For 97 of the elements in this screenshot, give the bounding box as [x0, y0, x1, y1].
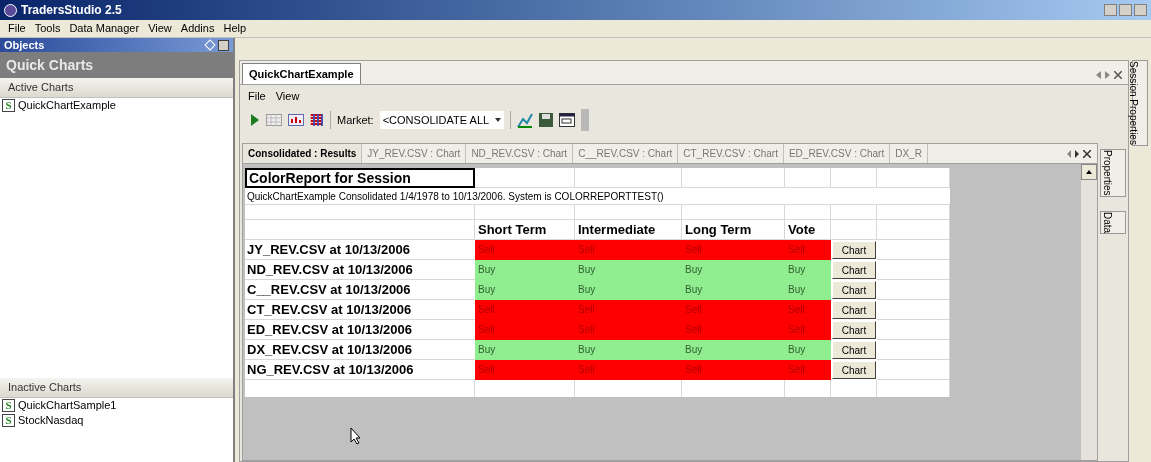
section-header: Active Charts [0, 78, 233, 98]
signal-cell: Sell [575, 320, 682, 340]
chart-list-item[interactable]: S QuickChartSample1 [0, 398, 233, 413]
signal-cell: Sell [785, 300, 831, 320]
menu-item[interactable]: File [248, 87, 266, 105]
signal-cell: Buy [575, 340, 682, 360]
signal-cell: Sell [475, 300, 575, 320]
grid-icon[interactable] [266, 114, 282, 126]
result-tab[interactable]: Consolidated : Results [243, 144, 363, 163]
scroll-up-icon[interactable] [1086, 170, 1092, 174]
play-icon[interactable] [250, 113, 260, 127]
menu-item[interactable]: View [148, 20, 172, 37]
signal-cell: Sell [785, 240, 831, 260]
close-icon[interactable] [1083, 149, 1091, 158]
close-button[interactable] [218, 39, 229, 51]
menu-item[interactable]: Addins [180, 20, 215, 37]
script-icon: S [2, 414, 15, 427]
chart-button[interactable]: Chart [832, 301, 876, 319]
mouse-pointer-icon [350, 427, 362, 445]
chart-button[interactable]: Chart [832, 341, 876, 359]
signal-cell: Sell [682, 240, 785, 260]
empty-cell [785, 168, 831, 188]
row-label: C__REV.CSV at 10/13/2006 [245, 280, 475, 300]
chart-button[interactable]: Chart [832, 361, 876, 379]
signal-cell: Buy [475, 280, 575, 300]
report-title: ColorReport for Session [245, 168, 475, 188]
result-tab[interactable]: CT_REV.CSV : Chart [678, 144, 784, 163]
signal-cell: Buy [682, 260, 785, 280]
scroll-left-icon[interactable] [1096, 71, 1101, 79]
signal-cell: Buy [575, 260, 682, 280]
result-tab[interactable]: C__REV.CSV : Chart [573, 144, 679, 163]
signal-cell: Sell [575, 300, 682, 320]
result-tab[interactable]: DX_R [890, 144, 928, 163]
row-label: ED_REV.CSV at 10/13/2006 [245, 320, 475, 340]
section-header: Inactive Charts [0, 378, 233, 398]
signal-cell: Buy [475, 260, 575, 280]
signal-cell: Buy [682, 340, 785, 360]
maximize-button[interactable] [1119, 4, 1132, 16]
chart-icon[interactable] [288, 114, 304, 126]
row-label: NG_REV.CSV at 10/13/2006 [245, 360, 475, 380]
signal-cell: Buy [785, 340, 831, 360]
scrollbar[interactable] [1081, 164, 1097, 460]
menu-item[interactable]: Tools [34, 20, 61, 37]
chart-edit-icon[interactable] [517, 112, 534, 128]
window-icon[interactable] [559, 113, 576, 127]
menu-item[interactable]: View [275, 87, 300, 105]
market-dropdown[interactable]: <CONSOLIDATE ALL [379, 111, 505, 129]
signal-cell: Sell [785, 360, 831, 380]
row-label: DX_REV.CSV at 10/13/2006 [245, 340, 475, 360]
row-label: ND_REV.CSV at 10/13/2006 [245, 260, 475, 280]
signal-cell: Sell [785, 320, 831, 340]
signal-cell: Sell [575, 240, 682, 260]
signal-cell: Buy [575, 280, 682, 300]
chart-list-item[interactable]: S StockNasdaq [0, 413, 233, 428]
close-icon[interactable] [1114, 71, 1122, 79]
menu-item[interactable]: Help [223, 20, 247, 37]
save-icon[interactable] [539, 113, 554, 127]
section-title: Quick Charts [6, 55, 94, 75]
menu-item[interactable]: Data Manager [69, 20, 140, 37]
signal-cell: Sell [682, 300, 785, 320]
document-tab[interactable]: QuickChartExample [242, 63, 361, 84]
side-tab[interactable]: Properties [1100, 149, 1126, 197]
side-tab[interactable]: Data [1100, 210, 1126, 234]
menu-item[interactable]: File [8, 20, 26, 37]
chart-button[interactable]: Chart [832, 281, 876, 299]
dropdown-arrow-icon[interactable] [495, 118, 502, 122]
report-subtitle: QuickChartExample Consolidated 1/4/1978 to 10/13/2006. System is COLORREPORTTEST() [247, 189, 664, 204]
result-tab[interactable]: ED_REV.CSV : Chart [783, 144, 891, 163]
signal-cell: Sell [475, 360, 575, 380]
window-title: TradersStudio 2.5 [21, 2, 122, 19]
script-icon: S [2, 99, 15, 112]
chart-list-item[interactable]: S QuickChartExample [0, 98, 233, 113]
signal-cell: Sell [682, 360, 785, 380]
signal-cell: Buy [475, 340, 575, 360]
chart-button[interactable]: Chart [832, 321, 876, 339]
signal-cell: Buy [785, 260, 831, 280]
chart-button[interactable]: Chart [832, 241, 876, 259]
result-tab[interactable]: JY_REV.CSV : Chart [362, 144, 467, 163]
chart-button[interactable]: Chart [832, 261, 876, 279]
bars-icon[interactable] [310, 113, 324, 127]
empty-cell [831, 168, 877, 188]
signal-cell: Buy [682, 280, 785, 300]
signal-cell: Sell [475, 240, 575, 260]
minimize-button[interactable] [1104, 4, 1117, 16]
market-label: Market: [337, 112, 374, 128]
signal-cell: Sell [475, 320, 575, 340]
scroll-right-icon[interactable] [1075, 149, 1079, 158]
signal-cell: Buy [785, 280, 831, 300]
panel-title: Objects [4, 37, 45, 53]
script-icon: S [2, 399, 15, 412]
signal-cell: Sell [575, 360, 682, 380]
result-tab[interactable]: ND_REV.CSV : Chart [466, 144, 574, 163]
row-label: CT_REV.CSV at 10/13/2006 [245, 300, 475, 320]
row-label: JY_REV.CSV at 10/13/2006 [245, 240, 475, 260]
app-icon [4, 3, 17, 17]
empty-cell [831, 220, 877, 240]
signal-cell: Sell [682, 320, 785, 340]
